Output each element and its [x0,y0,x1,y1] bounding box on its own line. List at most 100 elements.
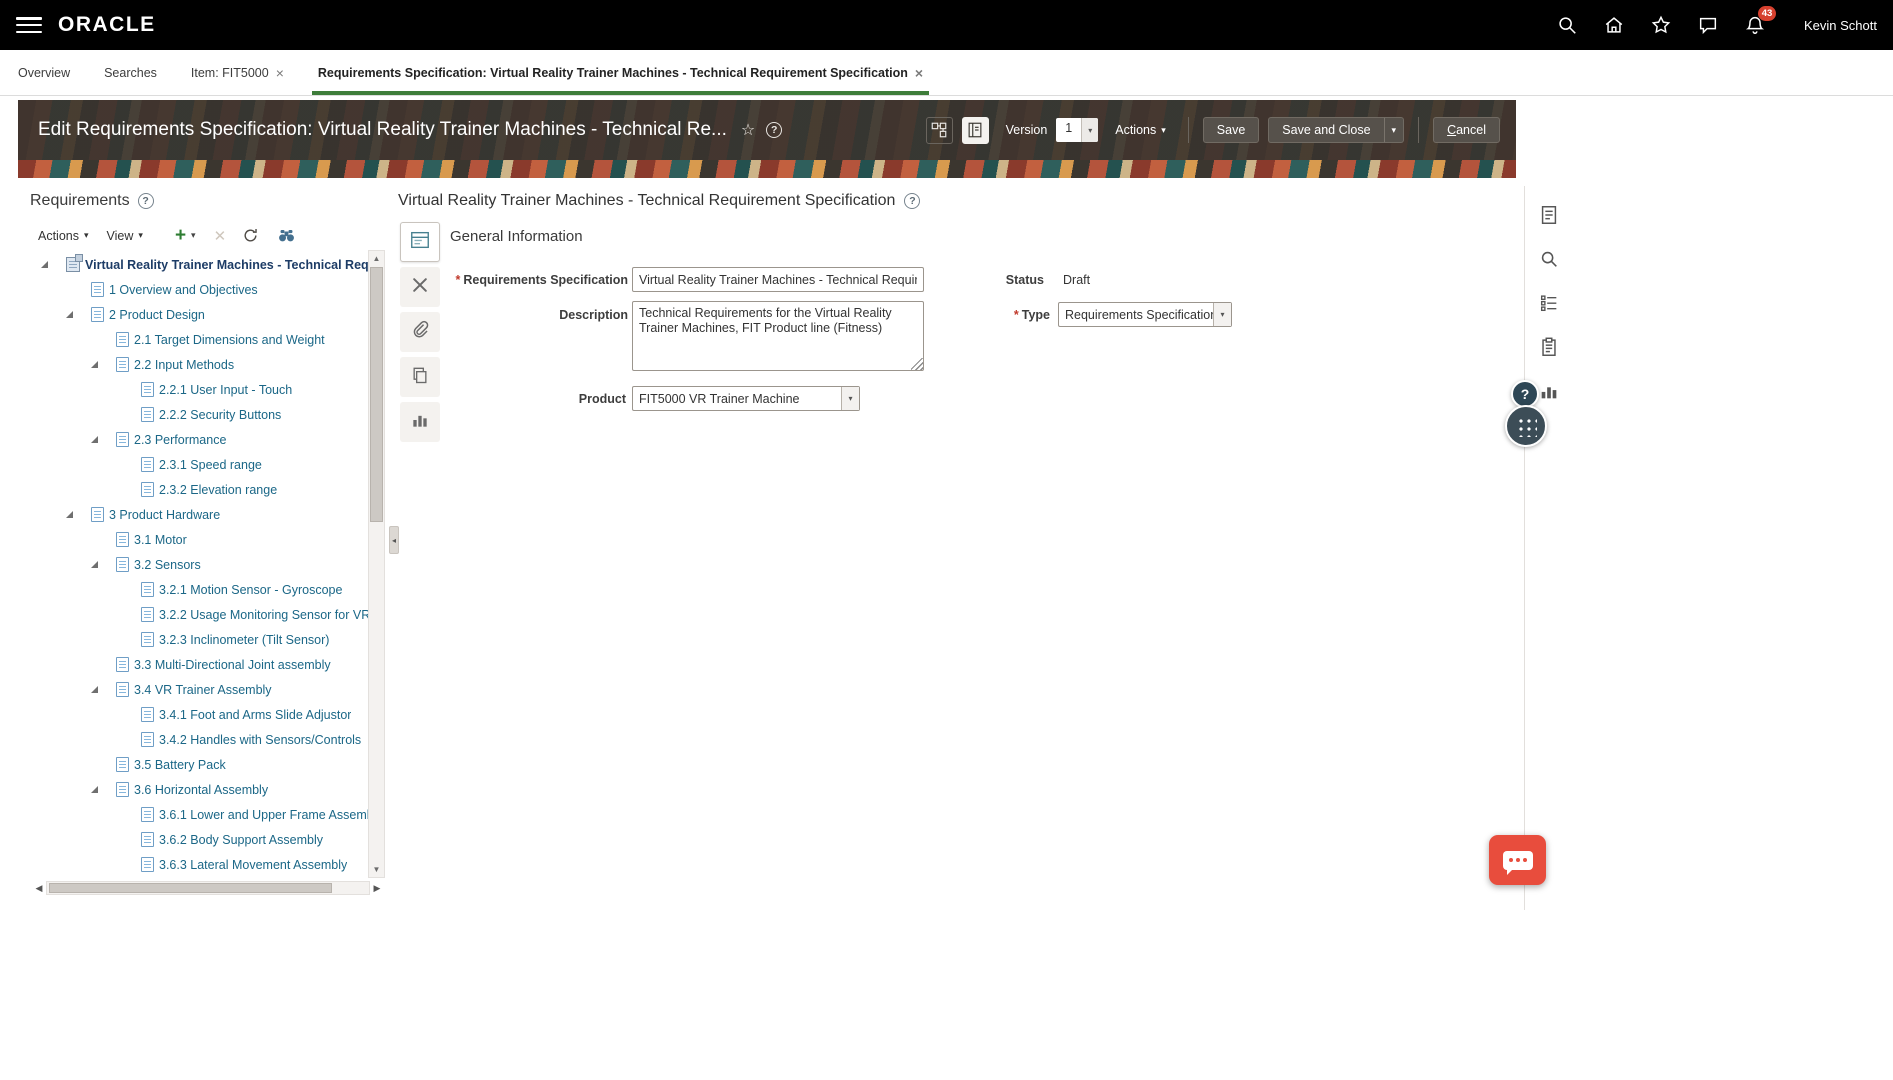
save-button[interactable]: Save [1203,117,1260,143]
save-and-close-menu-icon[interactable]: ▾ [1384,117,1405,143]
tab-close-icon[interactable]: × [276,66,284,80]
add-menu-icon[interactable]: ▾ [191,230,196,241]
save-and-close-button[interactable]: Save and Close [1268,117,1383,143]
collapse-panel-icon[interactable]: ◂ [389,526,399,554]
expand-arrow-icon[interactable] [91,561,98,568]
product-select[interactable]: FIT5000 VR Trainer Machine ▾ [632,386,860,411]
description-textarea[interactable]: Technical Requirements for the Virtual R… [632,301,924,371]
tree-item-label: 3.6 Horizontal Assembly [134,783,268,797]
help-fab-button[interactable]: ? [1511,380,1539,408]
analytics-tab[interactable] [400,402,440,442]
tab-searches[interactable]: Searches [104,50,157,95]
navigator-menu-icon[interactable] [16,15,42,35]
help-icon[interactable]: ? [766,122,782,138]
cancel-button[interactable]: Cancel [1433,117,1500,143]
cancel-label: Cancel [1447,123,1486,137]
scroll-down-icon[interactable]: ▼ [369,862,384,877]
notifications-button[interactable]: 43 [1743,13,1767,37]
expand-arrow-icon[interactable] [66,311,73,318]
tree-item[interactable]: 3.6.2 Body Support Assembly [30,827,368,852]
refresh-button[interactable] [242,227,259,244]
expand-arrow-icon[interactable] [91,686,98,693]
requirement-icon [141,382,154,397]
tree-vertical-scrollbar[interactable]: ▲ ▼ [368,250,385,878]
tab-close-icon[interactable]: × [915,66,923,80]
expand-arrow-icon[interactable] [91,786,98,793]
tree-item[interactable]: 3.1 Motor [30,527,368,552]
tree-actions-menu[interactable]: Actions▾ [38,229,89,243]
expand-arrow-icon[interactable] [91,361,98,368]
tree-item[interactable]: 3.3 Multi-Directional Joint assembly [30,652,368,677]
conversations-icon [1697,14,1719,36]
general-info-tab[interactable] [400,222,440,262]
chat-widget-button[interactable] [1489,835,1546,885]
expand-arrow-icon[interactable] [91,436,98,443]
tree-item[interactable]: 1 Overview and Objectives [30,277,368,302]
requirements-specification-input[interactable] [632,267,924,292]
tree-item[interactable]: 3.4 VR Trainer Assembly [30,677,368,702]
tree-item[interactable]: 3.5 Battery Pack [30,752,368,777]
type-label: *Type [968,308,1050,322]
vertical-scrollbar-thumb[interactable] [370,267,383,522]
tree-item[interactable]: 2.2 Input Methods [30,352,368,377]
tree-item[interactable]: 2.2.1 User Input - Touch [30,377,368,402]
quick-actions-waffle-button[interactable] [1505,405,1547,447]
chart-icon [1538,380,1560,407]
expand-arrow-icon[interactable] [66,511,73,518]
tree-twistie [40,261,66,268]
tree-item[interactable]: 3.2.1 Motion Sensor - Gyroscope [30,577,368,602]
tab-item[interactable]: Item: FIT5000× [191,50,284,95]
version-select[interactable]: 1 ▾ [1056,118,1098,142]
tree-item[interactable]: 3.2.3 Inclinometer (Tilt Sensor) [30,627,368,652]
search-button[interactable] [1555,13,1579,37]
requirements-list-button[interactable] [1532,288,1566,322]
analytics-icon [410,410,430,435]
favorite-star-icon[interactable]: ☆ [741,120,755,140]
tab-requirements-specification[interactable]: Requirements Specification: Virtual Real… [318,50,923,95]
scroll-up-icon[interactable]: ▲ [369,251,384,266]
tree-item[interactable]: 2.1 Target Dimensions and Weight [30,327,368,352]
clipboard-button[interactable] [1532,332,1566,366]
conversations-button[interactable] [1696,13,1720,37]
tree-item[interactable]: 3.4.2 Handles with Sensors/Controls [30,727,368,752]
tree-item[interactable]: Virtual Reality Trainer Machines - Techn… [30,252,368,277]
user-menu[interactable]: Kevin Schott [1804,18,1877,33]
tree-item[interactable]: 3.2 Sensors [30,552,368,577]
find-button[interactable] [277,226,296,245]
tree-item[interactable]: 2 Product Design [30,302,368,327]
copy-tab[interactable] [400,357,440,397]
tree-item[interactable]: 2.3 Performance [30,427,368,452]
help-icon[interactable]: ? [138,193,154,209]
scroll-right-icon[interactable]: ▶ [370,883,384,894]
add-button[interactable]: + [175,226,186,245]
find-button[interactable] [1532,244,1566,278]
type-select[interactable]: Requirements Specification ▾ [1058,302,1232,327]
notes-button[interactable] [1532,200,1566,234]
tree-item[interactable]: 2.3.2 Elevation range [30,477,368,502]
tree-view-menu[interactable]: View▾ [107,229,143,243]
help-icon[interactable]: ? [904,193,920,209]
tree-item[interactable]: 3.2.2 Usage Monitoring Sensor for VR T [30,602,368,627]
tree-item[interactable]: 2.2.2 Security Buttons [30,402,368,427]
find-icon [1538,248,1560,275]
expand-arrow-icon[interactable] [41,261,48,268]
horizontal-scrollbar-thumb[interactable] [49,883,332,893]
tree-item-label: 3.6.2 Body Support Assembly [159,833,323,847]
scroll-left-icon[interactable]: ◀ [32,883,46,894]
tree-item[interactable]: 3.6 Horizontal Assembly [30,777,368,802]
tree-item[interactable]: 3 Product Hardware [30,502,368,527]
delete-button[interactable]: ✕ [214,227,227,245]
home-button[interactable] [1602,13,1626,37]
favorites-button[interactable] [1649,13,1673,37]
panel-layout-button[interactable] [926,117,953,144]
tree-item[interactable]: 3.4.1 Foot and Arms Slide Adjustor [30,702,368,727]
tree-horizontal-scrollbar[interactable]: ◀ ▶ [32,880,384,896]
header-actions-menu[interactable]: Actions▾ [1115,123,1166,137]
tree-item[interactable]: 3.6.1 Lower and Upper Frame Assembly [30,802,368,827]
horizontal-scrollbar-track[interactable] [46,881,370,895]
tree-item[interactable]: 3.6.3 Lateral Movement Assembly [30,852,368,877]
binoculars-icon [277,226,296,245]
document-view-button[interactable] [962,117,989,144]
tree-item[interactable]: 2.3.1 Speed range [30,452,368,477]
tab-overview[interactable]: Overview [18,50,70,95]
